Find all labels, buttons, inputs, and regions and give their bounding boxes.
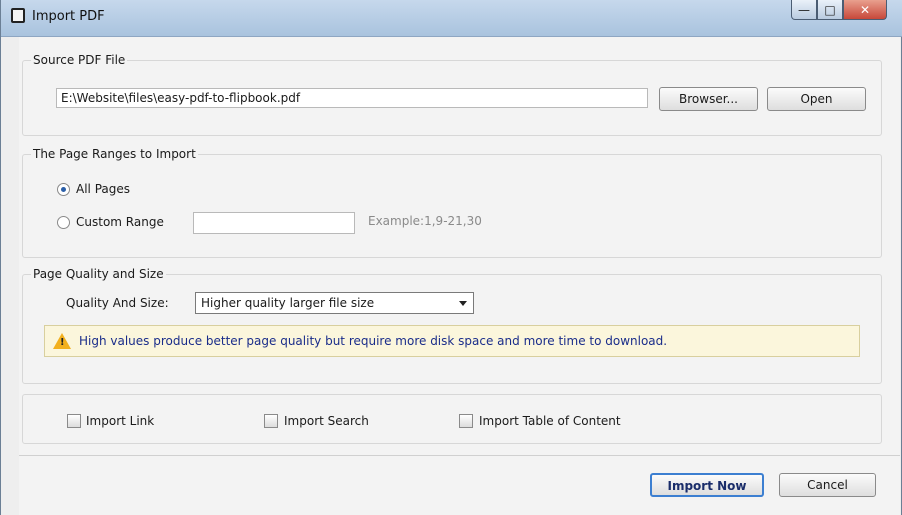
window-controls: — □ ✕: [791, 0, 887, 22]
import-toc-label[interactable]: Import Table of Content: [479, 414, 621, 428]
window-title: Import PDF: [32, 9, 105, 24]
pdf-path-input[interactable]: E:\Website\files\easy-pdf-to-flipbook.pd…: [56, 88, 648, 108]
page-ranges-group: The Page Ranges to Import: [22, 147, 882, 258]
import-now-button[interactable]: Import Now: [650, 473, 764, 497]
quality-size-label: Quality And Size:: [66, 296, 169, 310]
page-quality-legend: Page Quality and Size: [31, 267, 166, 281]
minimize-button[interactable]: —: [791, 0, 817, 20]
maximize-button[interactable]: □: [817, 0, 843, 20]
browse-button[interactable]: Browser...: [659, 87, 758, 111]
import-link-checkbox[interactable]: [67, 414, 81, 428]
chevron-down-icon: [459, 301, 467, 306]
custom-range-input[interactable]: [193, 212, 355, 234]
open-button[interactable]: Open: [767, 87, 866, 111]
quality-warning-text: High values produce better page quality …: [79, 334, 668, 348]
source-pdf-legend: Source PDF File: [31, 53, 128, 67]
warning-icon: !: [53, 333, 71, 349]
radio-selected-dot: [61, 187, 66, 192]
custom-range-example: Example:1,9-21,30: [368, 214, 482, 228]
title-bar[interactable]: Import PDF — □ ✕: [1, 0, 902, 37]
footer-divider: [19, 455, 900, 456]
close-button[interactable]: ✕: [843, 0, 887, 20]
page-ranges-legend: The Page Ranges to Import: [31, 147, 198, 161]
import-search-label[interactable]: Import Search: [284, 414, 369, 428]
quality-size-value: Higher quality larger file size: [201, 296, 375, 310]
all-pages-radio[interactable]: [57, 183, 70, 196]
import-link-label[interactable]: Import Link: [86, 414, 154, 428]
cancel-button[interactable]: Cancel: [779, 473, 876, 497]
quality-warning-box: ! High values produce better page qualit…: [44, 325, 860, 357]
import-search-checkbox[interactable]: [264, 414, 278, 428]
app-icon: [11, 8, 25, 23]
import-toc-checkbox[interactable]: [459, 414, 473, 428]
custom-range-radio[interactable]: [57, 216, 70, 229]
custom-range-label[interactable]: Custom Range: [76, 215, 164, 229]
all-pages-label[interactable]: All Pages: [76, 182, 130, 196]
quality-size-select[interactable]: Higher quality larger file size: [195, 292, 474, 314]
